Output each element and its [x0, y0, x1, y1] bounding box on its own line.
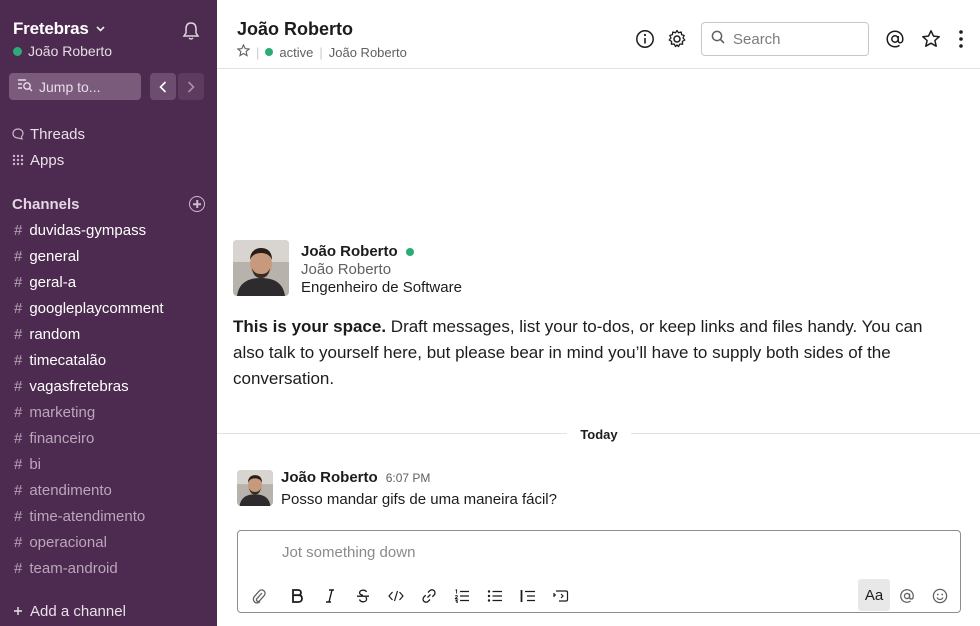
avatar[interactable] [233, 240, 289, 296]
intro-role: Engenheiro de Software [301, 279, 462, 296]
info-icon[interactable] [634, 28, 656, 50]
history-back-button[interactable] [150, 73, 176, 100]
history-forward-button[interactable] [178, 73, 204, 100]
mention-at-icon[interactable] [896, 585, 918, 607]
sidebar-channel-random[interactable]: # random [14, 324, 80, 344]
star-outline-icon[interactable] [920, 28, 942, 50]
sidebar-channel-general[interactable]: # general [14, 246, 79, 266]
message-header: João Roberto 6:07 PM [281, 469, 430, 486]
apps-grid-icon [12, 154, 24, 166]
presence-status: active [279, 44, 314, 60]
workspace-header[interactable]: Fretebras João Roberto [13, 19, 203, 61]
sidebar-channel-financeiro[interactable]: # financeiro [14, 428, 94, 448]
sidebar-item-threads[interactable]: Threads [12, 124, 85, 144]
code-block-icon[interactable] [550, 585, 572, 607]
search-icon [711, 30, 725, 48]
sidebar-channel-duvidas-gympass[interactable]: # duvidas-gympass [14, 220, 146, 240]
strikethrough-icon[interactable] [352, 585, 374, 607]
star-icon[interactable] [236, 43, 251, 60]
search-placeholder: Search [733, 30, 781, 48]
message-author[interactable]: João Roberto [281, 469, 378, 486]
code-icon[interactable] [385, 585, 407, 607]
add-channel-button[interactable]: Add a channel [13, 603, 126, 620]
sidebar-channel-marketing[interactable]: # marketing [14, 402, 95, 422]
link-icon[interactable] [418, 585, 440, 607]
sidebar-item-apps[interactable]: Apps [12, 150, 64, 170]
jump-to-icon [17, 78, 33, 95]
plus-icon [13, 603, 23, 620]
presence-active-icon [13, 46, 22, 56]
gear-icon[interactable] [666, 28, 688, 50]
attachment-icon[interactable] [248, 585, 270, 607]
bulleted-list-icon[interactable] [484, 585, 506, 607]
message-avatar[interactable] [237, 470, 273, 506]
conversation-header: João Roberto | active | João Roberto Sea… [217, 0, 980, 69]
workspace-name[interactable]: Fretebras [13, 19, 203, 39]
bell-icon[interactable] [181, 21, 203, 43]
jump-to-button[interactable]: Jump to... [9, 73, 141, 100]
formatting-toggle-button[interactable]: Aa [858, 579, 890, 611]
search-input[interactable]: Search [701, 22, 869, 56]
sidebar-channel-googleplaycomment[interactable]: # googleplaycomment [14, 298, 164, 318]
conversation-title[interactable]: João Roberto [237, 19, 353, 40]
intro-description: This is your space. Draft messages, list… [233, 317, 923, 388]
presence-active-icon [405, 247, 414, 256]
channels-header[interactable]: Channels [12, 194, 205, 214]
chevron-down-icon [96, 24, 105, 35]
sidebar-channel-bi[interactable]: # bi [14, 454, 41, 474]
message-text: Posso mandar gifs de uma maneira fácil? [281, 491, 557, 508]
sidebar-channel-timecatalao[interactable]: # timecatalão [14, 350, 106, 370]
sidebar-channel-vagasfretebras[interactable]: # vagasfretebras [14, 376, 129, 396]
conversation-meta: | active | João Roberto [236, 43, 407, 60]
blockquote-icon[interactable] [517, 585, 539, 607]
message-input[interactable] [282, 544, 882, 561]
bold-icon[interactable] [286, 585, 308, 607]
message-composer: Aa [237, 530, 961, 613]
message-timestamp[interactable]: 6:07 PM [386, 471, 431, 485]
sidebar-channel-geral-a[interactable]: # geral-a [14, 272, 76, 292]
italic-icon[interactable] [319, 585, 341, 607]
presence-active-icon [265, 48, 274, 56]
emoji-icon[interactable] [929, 585, 951, 607]
ordered-list-icon[interactable] [451, 585, 473, 607]
sidebar-channel-team-android[interactable]: # team-android [14, 558, 118, 578]
more-vertical-icon[interactable] [950, 28, 972, 50]
intro-user-name[interactable]: João Roberto [301, 243, 414, 260]
add-channel-icon[interactable] [189, 196, 205, 212]
sidebar-channel-operacional[interactable]: # operacional [14, 532, 107, 552]
sidebar-channel-atendimento[interactable]: # atendimento [14, 480, 112, 500]
sidebar-channel-time-atendimento[interactable]: # time-atendimento [14, 506, 145, 526]
mentions-at-icon[interactable] [884, 28, 906, 50]
intro-display-name: João Roberto [301, 261, 392, 278]
current-user: João Roberto [13, 43, 203, 59]
threads-icon [12, 128, 24, 140]
sidebar: Fretebras João Roberto Jump to... Thread… [0, 0, 217, 626]
day-divider-label[interactable]: Today [567, 424, 631, 444]
conversation-member-name: João Roberto [328, 44, 407, 60]
